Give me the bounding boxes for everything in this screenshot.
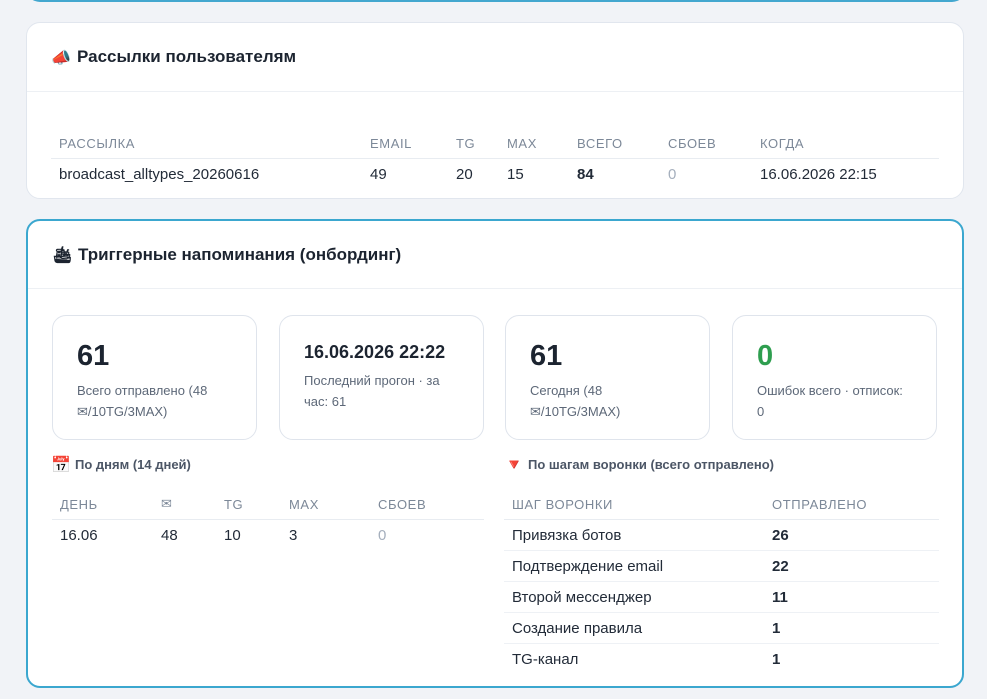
funnel-sent: 26 <box>764 519 939 551</box>
max-count: 15 <box>507 165 524 183</box>
stat-label: Последний прогон · за час: 61 <box>304 373 440 409</box>
tg-count: 10 <box>224 526 241 544</box>
max-count: 3 <box>289 526 298 544</box>
column-header: MAX <box>499 119 569 159</box>
funnel-table: ШАГ ВОРОНКИ ОТПРАВЛЕНО Привязка ботов 26… <box>504 480 939 674</box>
funnel-sent: 1 <box>772 650 781 668</box>
column-header: ШАГ ВОРОНКИ <box>504 480 764 520</box>
funnel-step: Второй мессенджер <box>504 581 764 613</box>
daily-title: По дням (14 дней) <box>75 457 191 472</box>
sent-time: 16.06.2026 22:15 <box>760 165 877 183</box>
stat-label: Сегодня (48 ✉/10TG/3MAX) <box>530 383 621 419</box>
email-count: 49 <box>370 165 387 183</box>
column-header: TG <box>448 119 499 159</box>
trigger-card-header: 🛳 Триггерные напоминания (онбординг) <box>28 221 962 289</box>
funnel-title: По шагам воронки (всего отправлено) <box>528 457 774 472</box>
failure-count: 0 <box>668 165 677 183</box>
funnel-sent: 1 <box>764 612 939 644</box>
column-header: TG <box>216 480 281 520</box>
column-header: РАССЫЛКА <box>51 119 362 159</box>
funnel-subheading: 🔻 По шагам воронки (всего отправлено) <box>504 455 774 474</box>
column-header: MAX <box>281 480 370 520</box>
daily-subheading: 📅 По дням (14 дней) <box>51 455 191 474</box>
trigger-reminders-card: 🛳 Триггерные напоминания (онбординг) 61 … <box>26 219 964 688</box>
column-header: ВСЕГО <box>569 119 660 159</box>
stat-value: 0 <box>757 340 774 372</box>
stat-value: 61 <box>530 340 563 372</box>
broadcast-card: 📣 Рассылки пользователям РАССЫЛКА EMAIL … <box>26 22 964 199</box>
broadcast-table: РАССЫЛКА EMAIL TG MAX ВСЕГО СБОЕВ КОГДА … <box>51 119 939 189</box>
stat-card-today: 61 Сегодня (48 ✉/10TG/3MAX) <box>505 315 710 440</box>
table-row: Привязка ботов 26 <box>504 519 939 551</box>
column-header: КОГДА <box>752 119 939 159</box>
table-header-row: ДЕНЬ ✉ TG MAX СБОЕВ <box>52 480 484 520</box>
tg-count: 20 <box>456 165 473 183</box>
table-row: Второй мессенджер 11 <box>504 581 939 613</box>
calendar-icon: 📅 <box>51 455 71 474</box>
broadcast-name: broadcast_alltypes_20260616 <box>59 165 260 183</box>
trigger-title: Триггерные напоминания (онбординг) <box>78 244 402 264</box>
column-header: ДЕНЬ <box>52 480 153 520</box>
daily-table: ДЕНЬ ✉ TG MAX СБОЕВ 16.06 48 10 3 0 <box>52 480 484 550</box>
column-header: СБОЕВ <box>370 480 484 520</box>
table-row: Создание правила 1 <box>504 612 939 644</box>
total-count: 84 <box>577 165 594 183</box>
stat-card-errors: 0 Ошибок всего · отписок: 0 <box>732 315 937 440</box>
stat-value: 16.06.2026 22:22 <box>304 342 446 362</box>
stat-label: Всего отправлено (48 ✉/10TG/3MAX) <box>77 383 208 419</box>
stat-card-total: 61 Всего отправлено (48 ✉/10TG/3MAX) <box>52 315 257 440</box>
funnel-step: Привязка ботов <box>504 519 764 551</box>
stat-label: Ошибок всего · отписок: 0 <box>757 383 903 419</box>
failure-count: 0 <box>378 526 387 544</box>
column-header: ✉ <box>153 480 216 520</box>
table-row: Подтверждение email 22 <box>504 550 939 582</box>
funnel-step: Создание правила <box>504 612 764 644</box>
funnel-step: Подтверждение email <box>504 550 764 582</box>
megaphone-icon: 📣 <box>51 47 71 67</box>
column-header: СБОЕВ <box>660 119 752 159</box>
table-row: TG-канал 1 <box>504 644 939 675</box>
table-header-row: РАССЫЛКА EMAIL TG MAX ВСЕГО СБОЕВ КОГДА <box>51 119 939 159</box>
funnel-step: TG-канал <box>512 650 579 668</box>
stat-card-last-run: 16.06.2026 22:22 Последний прогон · за ч… <box>279 315 484 440</box>
funnel-sent: 11 <box>764 581 939 613</box>
table-row: broadcast_alltypes_20260616 49 20 15 84 … <box>51 159 939 190</box>
ship-icon: 🛳 <box>52 245 73 264</box>
stat-value: 61 <box>77 340 110 372</box>
table-header-row: ШАГ ВОРОНКИ ОТПРАВЛЕНО <box>504 480 939 520</box>
broadcast-title: Рассылки пользователям <box>77 47 297 66</box>
email-count: 48 <box>161 526 178 544</box>
column-header: ОТПРАВЛЕНО <box>764 480 939 520</box>
funnel-sent: 22 <box>764 550 939 582</box>
broadcast-card-header: 📣 Рассылки пользователям <box>27 23 963 92</box>
day-cell: 16.06 <box>60 526 98 544</box>
column-header: EMAIL <box>362 119 448 159</box>
funnel-icon: 🔻 <box>504 455 524 474</box>
table-row: 16.06 48 10 3 0 <box>52 520 484 551</box>
previous-card-edge <box>26 0 966 2</box>
